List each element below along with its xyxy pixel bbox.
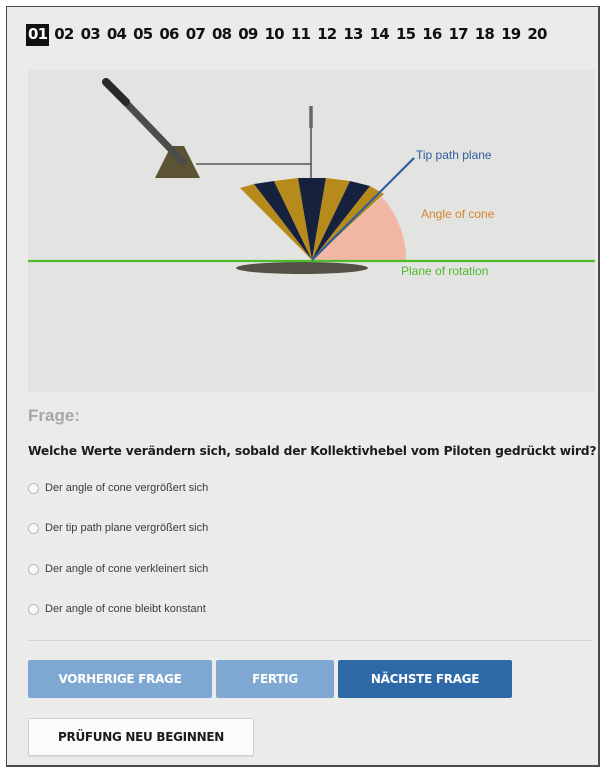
question-nav-20[interactable]: 20 xyxy=(525,24,548,46)
answer-option-4[interactable]: Der angle of cone bleibt konstant xyxy=(28,603,206,615)
question-nav-15[interactable]: 15 xyxy=(394,24,417,46)
previous-question-button[interactable]: VORHERIGE FRAGE xyxy=(28,660,212,698)
radio-button[interactable] xyxy=(28,482,39,494)
answer-option-1[interactable]: Der angle of cone vergrößert sich xyxy=(28,482,208,494)
question-nav-04[interactable]: 04 xyxy=(105,24,128,46)
answer-option-2[interactable]: Der tip path plane vergrößert sich xyxy=(28,522,208,534)
radio-button[interactable] xyxy=(28,563,39,575)
question-nav-16[interactable]: 16 xyxy=(420,24,443,46)
rotor-cone-illustration: Tip path plane Angle of cone Plane of ro… xyxy=(28,70,595,392)
restart-exam-button[interactable]: PRÜFUNG NEU BEGINNEN xyxy=(28,718,254,756)
question-text: Welche Werte verändern sich, sobald der … xyxy=(28,444,597,458)
answer-option-3[interactable]: Der angle of cone verkleinert sich xyxy=(28,563,208,575)
radio-button[interactable] xyxy=(28,522,39,534)
answer-option-label: Der angle of cone bleibt konstant xyxy=(45,603,206,615)
rotor-shadow xyxy=(236,262,368,274)
next-question-button[interactable]: NÄCHSTE FRAGE xyxy=(338,660,512,698)
answer-option-label: Der angle of cone vergrößert sich xyxy=(45,482,209,494)
answer-option-label: Der tip path plane vergrößert sich xyxy=(45,522,209,534)
question-nav-11[interactable]: 11 xyxy=(289,24,312,46)
question-nav-07[interactable]: 07 xyxy=(184,24,207,46)
rotor-cone-diagram: Tip path plane Angle of cone Plane of ro… xyxy=(28,78,595,278)
tip-path-plane-label: Tip path plane xyxy=(416,148,492,162)
question-nav-03[interactable]: 03 xyxy=(79,24,102,46)
question-navigation: 01 02 03 04 05 06 07 08 09 10 11 12 13 1… xyxy=(26,24,549,46)
question-nav-14[interactable]: 14 xyxy=(368,24,391,46)
finish-button[interactable]: FERTIG xyxy=(216,660,334,698)
radio-button[interactable] xyxy=(28,603,39,615)
question-nav-19[interactable]: 19 xyxy=(499,24,522,46)
lever-base xyxy=(155,146,200,178)
question-nav-12[interactable]: 12 xyxy=(315,24,338,46)
plane-of-rotation-label: Plane of rotation xyxy=(401,264,488,278)
collective-lever-grip xyxy=(102,78,130,106)
question-nav-06[interactable]: 06 xyxy=(157,24,180,46)
question-nav-02[interactable]: 02 xyxy=(52,24,75,46)
question-nav-08[interactable]: 08 xyxy=(210,24,233,46)
question-nav-17[interactable]: 17 xyxy=(447,24,470,46)
question-nav-05[interactable]: 05 xyxy=(131,24,154,46)
angle-of-cone-label: Angle of cone xyxy=(421,207,495,221)
question-nav-09[interactable]: 09 xyxy=(236,24,259,46)
divider xyxy=(28,640,592,641)
question-nav-13[interactable]: 13 xyxy=(341,24,364,46)
answer-option-label: Der angle of cone verkleinert sich xyxy=(45,563,209,575)
question-nav-10[interactable]: 10 xyxy=(263,24,286,46)
question-nav-18[interactable]: 18 xyxy=(473,24,496,46)
question-nav-01[interactable]: 01 xyxy=(26,24,50,46)
question-heading: Frage: xyxy=(28,406,80,425)
